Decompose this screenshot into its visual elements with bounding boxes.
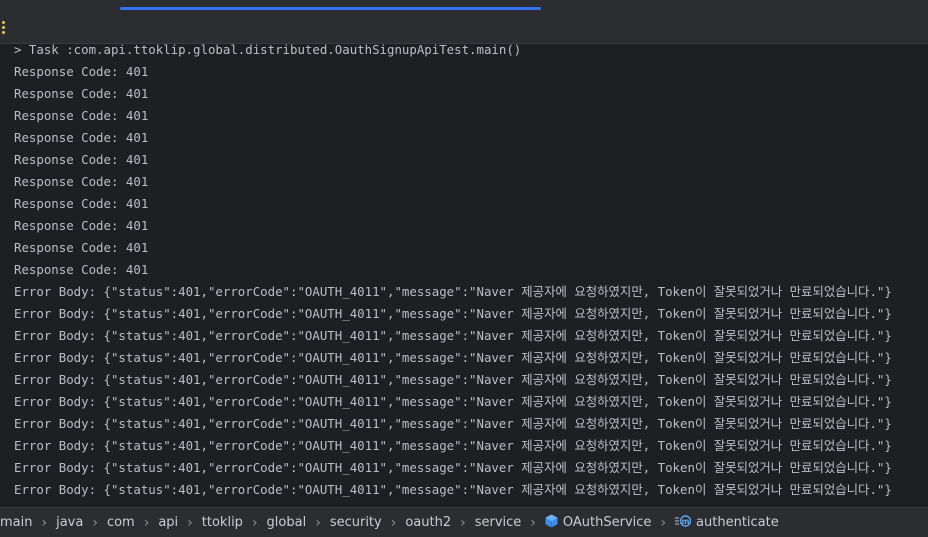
chevron-right-icon: › (390, 514, 397, 531)
breadcrumb: main › java › com › api › ttoklip › glob… (0, 507, 928, 537)
breadcrumb-item-com[interactable]: com (107, 508, 135, 537)
breadcrumb-item-service[interactable]: service (475, 508, 522, 537)
error-body-line: Error Body: {"status":401,"errorCode":"O… (14, 372, 892, 387)
chevron-right-icon: › (143, 514, 150, 531)
response-line: Response Code: 401 (14, 196, 149, 211)
response-line: Response Code: 401 (14, 240, 149, 255)
breadcrumb-item-security[interactable]: security (330, 508, 382, 537)
response-line: Response Code: 401 (14, 262, 149, 277)
run-console-output[interactable]: > Task :com.api.ttoklip.global.distribut… (0, 44, 928, 507)
tab-strip (0, 0, 928, 10)
error-body-line: Error Body: {"status":401,"errorCode":"O… (14, 394, 892, 409)
class-cube-icon (545, 514, 558, 532)
chevron-right-icon: › (92, 514, 98, 531)
response-line: Response Code: 401 (14, 108, 149, 123)
error-body-line: Error Body: {"status":401,"errorCode":"O… (14, 306, 892, 321)
breadcrumb-item-main[interactable]: main (0, 508, 32, 537)
more-options-icon[interactable] (2, 21, 6, 35)
svg-text:m: m (682, 516, 690, 525)
response-line: Response Code: 401 (14, 174, 149, 189)
chevron-right-icon: › (460, 514, 466, 531)
breadcrumb-item-ttoklip[interactable]: ttoklip (202, 508, 243, 537)
breadcrumb-item-oauth2[interactable]: oauth2 (405, 508, 451, 537)
chevron-right-icon: › (530, 514, 536, 531)
breadcrumb-item-authenticate[interactable]: m authenticate (675, 508, 779, 537)
breadcrumb-item-java[interactable]: java (56, 508, 83, 537)
response-line: Response Code: 401 (14, 64, 149, 79)
breadcrumb-item-global[interactable]: global (267, 508, 307, 537)
breadcrumb-item-oauthservice[interactable]: OAuthService (545, 508, 652, 537)
task-line: > Task :com.api.ttoklip.global.distribut… (14, 44, 522, 57)
error-body-line: Error Body: {"status":401,"errorCode":"O… (14, 460, 892, 475)
error-body-line: Error Body: {"status":401,"errorCode":"O… (14, 328, 892, 343)
error-body-line: Error Body: {"status":401,"errorCode":"O… (14, 416, 892, 431)
chevron-right-icon: › (315, 514, 321, 531)
chevron-right-icon: › (251, 514, 258, 531)
chevron-right-icon: › (41, 514, 48, 531)
chevron-right-icon: › (187, 514, 193, 531)
response-line: Response Code: 401 (14, 86, 149, 101)
chevron-right-icon: › (660, 514, 667, 531)
response-line: Response Code: 401 (14, 218, 149, 233)
breadcrumb-item-label: OAuthService (562, 515, 652, 530)
run-toolbar (0, 10, 928, 44)
error-body-line: Error Body: {"status":401,"errorCode":"O… (14, 482, 892, 497)
error-body-line: Error Body: {"status":401,"errorCode":"O… (14, 284, 892, 299)
breadcrumb-item-api[interactable]: api (158, 508, 178, 537)
method-icon: m (675, 514, 692, 531)
response-line: Response Code: 401 (14, 152, 149, 167)
response-line: Response Code: 401 (14, 130, 149, 145)
breadcrumb-item-label: authenticate (696, 515, 779, 530)
error-body-line: Error Body: {"status":401,"errorCode":"O… (14, 350, 892, 365)
error-body-line: Error Body: {"status":401,"errorCode":"O… (14, 438, 892, 453)
